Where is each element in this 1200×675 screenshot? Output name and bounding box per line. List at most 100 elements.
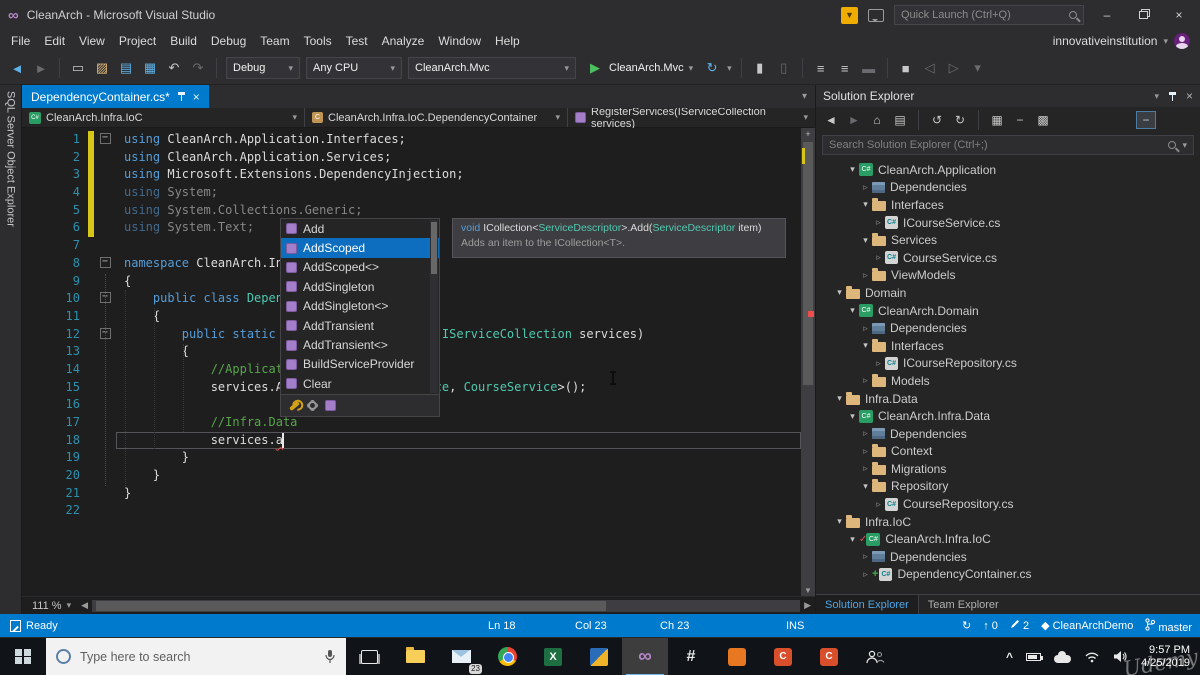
- collapse-arrow-icon[interactable]: ▾: [833, 287, 846, 298]
- status-character[interactable]: Ch 23: [660, 614, 689, 637]
- code-line-1[interactable]: 1 − using CleanArch.Application.Interfaces…: [22, 131, 815, 149]
- completion-item-clear[interactable]: Clear: [281, 374, 439, 393]
- breakpoint-margin[interactable]: [22, 414, 42, 432]
- pin-tab-icon[interactable]: [177, 92, 186, 101]
- completion-item-addscoped[interactable]: AddScoped: [281, 238, 439, 258]
- tree-item-courserepository-cs[interactable]: ▹ C# CourseRepository.cs: [816, 495, 1200, 513]
- breakpoint-margin[interactable]: [22, 343, 42, 361]
- start-button[interactable]: [0, 638, 46, 675]
- collapse-arrow-icon[interactable]: ▾: [859, 199, 872, 210]
- tree-item-icourseservice-cs[interactable]: ▹ C# ICourseService.cs: [816, 214, 1200, 232]
- slack-button[interactable]: #: [668, 638, 714, 675]
- menu-test[interactable]: Test: [339, 32, 375, 50]
- menu-help[interactable]: Help: [488, 32, 527, 50]
- navigate-back-icon[interactable]: ◄: [8, 61, 26, 76]
- tree-item-dependencycontainer-cs[interactable]: ▹ + C# DependencyContainer.cs: [816, 566, 1200, 584]
- code-text[interactable]: using System;: [116, 184, 801, 202]
- file-explorer-button[interactable]: [392, 638, 438, 675]
- status-column[interactable]: Col 23: [575, 614, 607, 637]
- code-text[interactable]: }: [116, 485, 801, 503]
- start-debugging-button[interactable]: ▶ CleanArch.Mvc ▾: [582, 60, 697, 76]
- home-icon[interactable]: ⌂: [869, 113, 885, 127]
- popup-scrollbar[interactable]: [430, 220, 438, 393]
- zoom-select[interactable]: 111 % ▾: [26, 600, 77, 612]
- restore-button[interactable]: [1130, 5, 1156, 25]
- solution-search-input[interactable]: Search Solution Explorer (Ctrl+;) ▾: [822, 135, 1194, 155]
- expand-arrow-icon[interactable]: ▹: [872, 252, 885, 263]
- type-dropdown[interactable]: C CleanArch.Infra.IoC.DependencyContaine…: [305, 108, 568, 127]
- completion-item-buildserviceprovider[interactable]: BuildServiceProvider: [281, 355, 439, 374]
- tree-item-interfaces[interactable]: ▾ Interfaces: [816, 196, 1200, 214]
- back-icon[interactable]: ◄: [823, 113, 839, 127]
- collapse-region-icon[interactable]: −: [99, 256, 111, 268]
- close-panel-icon[interactable]: ×: [1186, 89, 1193, 103]
- menu-file[interactable]: File: [4, 32, 37, 50]
- expand-arrow-icon[interactable]: ▹: [859, 569, 872, 580]
- refresh-icon[interactable]: ↻: [952, 113, 968, 127]
- breakpoint-margin[interactable]: [22, 432, 42, 450]
- code-line-18[interactable]: 18 services.a: [22, 432, 815, 450]
- project-dropdown[interactable]: C# CleanArch.Infra.IoC ▾: [22, 108, 305, 127]
- menu-tools[interactable]: Tools: [297, 32, 339, 50]
- code-line-4[interactable]: 4 using System;: [22, 184, 815, 202]
- outline-margin[interactable]: −: [94, 131, 116, 149]
- new-file-icon[interactable]: ▭: [69, 60, 87, 76]
- menu-project[interactable]: Project: [112, 32, 163, 50]
- mail-button[interactable]: 23: [438, 638, 484, 675]
- onedrive-cloud-icon[interactable]: [1054, 650, 1072, 663]
- breakpoint-margin[interactable]: [22, 308, 42, 326]
- menu-build[interactable]: Build: [163, 32, 204, 50]
- redo-icon[interactable]: ↷: [189, 60, 207, 76]
- code-text[interactable]: {: [116, 308, 801, 326]
- navigate-forward-icon[interactable]: ►: [32, 61, 50, 76]
- feedback-icon[interactable]: [868, 8, 884, 22]
- breakpoint-margin[interactable]: [22, 502, 42, 520]
- expand-arrow-icon[interactable]: ▹: [859, 375, 872, 386]
- completion-item-addscoped[interactable]: AddScoped<>: [281, 258, 439, 277]
- breakpoint-margin[interactable]: [22, 184, 42, 202]
- scrollbar-thumb[interactable]: [803, 142, 813, 386]
- tab-dependencycontainer[interactable]: DependencyContainer.cs* ×: [22, 85, 209, 108]
- taskbar-search-input[interactable]: Type here to search: [46, 637, 346, 675]
- pushes-indicator[interactable]: ↑ 0: [983, 620, 998, 632]
- quick-launch-input[interactable]: Quick Launch (Ctrl+Q): [894, 5, 1084, 25]
- bookmark-icon[interactable]: ■: [897, 61, 915, 76]
- indent-decrease-icon[interactable]: ≡: [812, 61, 830, 76]
- breakpoint-margin[interactable]: [22, 237, 42, 255]
- scroll-down-icon[interactable]: ▼: [801, 586, 815, 595]
- sync-with-active-document-icon[interactable]: ↺: [929, 113, 945, 127]
- breakpoint-margin[interactable]: [22, 166, 42, 184]
- window-position-icon[interactable]: ▾: [1154, 91, 1159, 102]
- switch-views-icon[interactable]: ▤: [892, 113, 908, 127]
- save-all-icon[interactable]: ▦: [141, 60, 159, 76]
- repository-indicator[interactable]: ◆ CleanArchDemo: [1041, 619, 1133, 632]
- tab-team-explorer[interactable]: Team Explorer: [919, 595, 1008, 614]
- expand-arrow-icon[interactable]: ▹: [859, 446, 872, 457]
- preview-selected-items-icon[interactable]: −: [1136, 111, 1156, 129]
- menu-view[interactable]: View: [72, 32, 112, 50]
- notifications-flag-icon[interactable]: ▼: [841, 6, 858, 24]
- scroll-right-icon[interactable]: ▶: [804, 600, 811, 611]
- wrench-icon[interactable]: [289, 400, 300, 411]
- breakpoint-margin[interactable]: [22, 255, 42, 273]
- tree-item-interfaces[interactable]: ▾ Interfaces: [816, 337, 1200, 355]
- code-text[interactable]: public class DependencyContainer: [116, 290, 801, 308]
- outline-margin[interactable]: −: [94, 255, 116, 273]
- collapse-arrow-icon[interactable]: ▾: [846, 534, 859, 545]
- methods-filter-icon[interactable]: [325, 400, 336, 411]
- bookmark-next-icon[interactable]: ▷: [945, 60, 963, 76]
- find-in-files-icon[interactable]: ▮: [751, 60, 769, 76]
- completion-item-addtransient[interactable]: AddTransient: [281, 316, 439, 335]
- sync-icon[interactable]: ↻: [962, 619, 971, 632]
- tree-item-dependencies[interactable]: ▹ Dependencies: [816, 319, 1200, 337]
- code-line-19[interactable]: 19 }: [22, 449, 815, 467]
- properties-icon[interactable]: ▩: [1035, 113, 1051, 127]
- code-text[interactable]: services.AddScoped<ICourseService, Cours…: [116, 379, 801, 397]
- battery-icon[interactable]: [1026, 652, 1044, 661]
- forward-icon[interactable]: ►: [846, 113, 862, 127]
- tree-item-cleanarch-infra-data[interactable]: ▾ C# CleanArch.Infra.Data: [816, 407, 1200, 425]
- breakpoint-margin[interactable]: [22, 396, 42, 414]
- hscrollbar-thumb[interactable]: [96, 600, 606, 611]
- menu-edit[interactable]: Edit: [37, 32, 72, 50]
- code-text[interactable]: }: [116, 449, 801, 467]
